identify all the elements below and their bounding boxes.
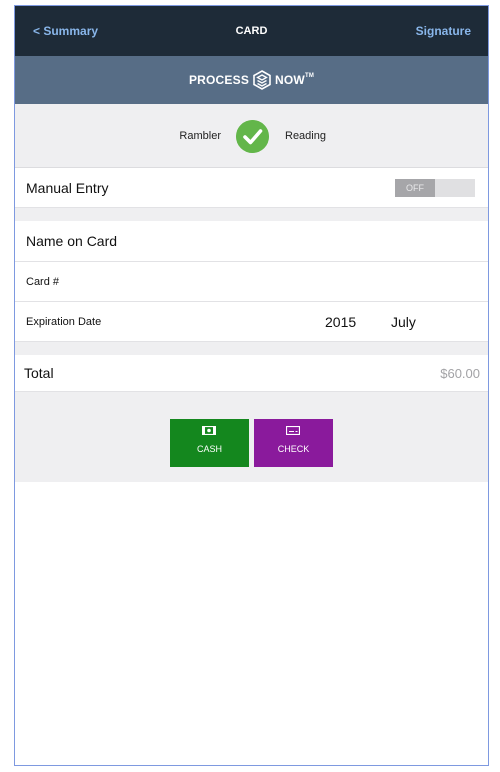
cash-button[interactable]: CASH [170, 419, 249, 467]
signature-button[interactable]: Signature [416, 6, 471, 56]
name-on-card-field[interactable]: Name on Card [15, 221, 488, 262]
brand-name-left: PROCESS [188, 73, 250, 87]
name-on-card-label: Name on Card [26, 233, 118, 249]
hexagon-cube-icon [253, 70, 271, 90]
expiration-date-row: Expiration Date 2015 July [15, 302, 488, 342]
manual-entry-label: Manual Entry [26, 180, 109, 196]
manual-entry-toggle[interactable]: OFF [395, 179, 475, 197]
card-number-field[interactable]: Card # [15, 262, 488, 302]
check-button-label: CHECK [277, 444, 310, 454]
check-icon [286, 426, 300, 435]
total-amount: $60.00 [440, 366, 480, 381]
total-row: Total $60.00 [15, 355, 488, 392]
brand-bar: PROCESS NOW TM [15, 56, 488, 104]
trademark-mark: TM [304, 73, 315, 79]
total-label: Total [24, 365, 54, 381]
manual-entry-row: Manual Entry OFF [15, 168, 488, 208]
card-number-label: Card # [26, 276, 60, 288]
expiration-year-picker[interactable]: 2015 [325, 302, 356, 342]
checkmark-circle-icon [236, 120, 269, 153]
alternate-payment-area: CASH CHECK [15, 392, 488, 482]
navigation-bar: < Summary CARD Signature [15, 6, 488, 56]
app-window: < Summary CARD Signature PROCESS NOW TM … [14, 5, 489, 766]
section-divider [15, 342, 488, 355]
expiration-month-picker[interactable]: July [391, 302, 416, 342]
reader-status-label: Reading [285, 130, 326, 142]
expiration-date-label: Expiration Date [26, 316, 102, 328]
card-reader-status: Rambler Reading [15, 104, 488, 168]
reader-device-name: Rambler [179, 130, 221, 142]
cash-icon [202, 426, 216, 435]
brand-name-right: NOW [275, 73, 305, 87]
section-divider [15, 208, 488, 221]
check-button[interactable]: CHECK [254, 419, 333, 467]
cash-button-label: CASH [196, 444, 222, 454]
toggle-state-label: OFF [395, 179, 435, 197]
